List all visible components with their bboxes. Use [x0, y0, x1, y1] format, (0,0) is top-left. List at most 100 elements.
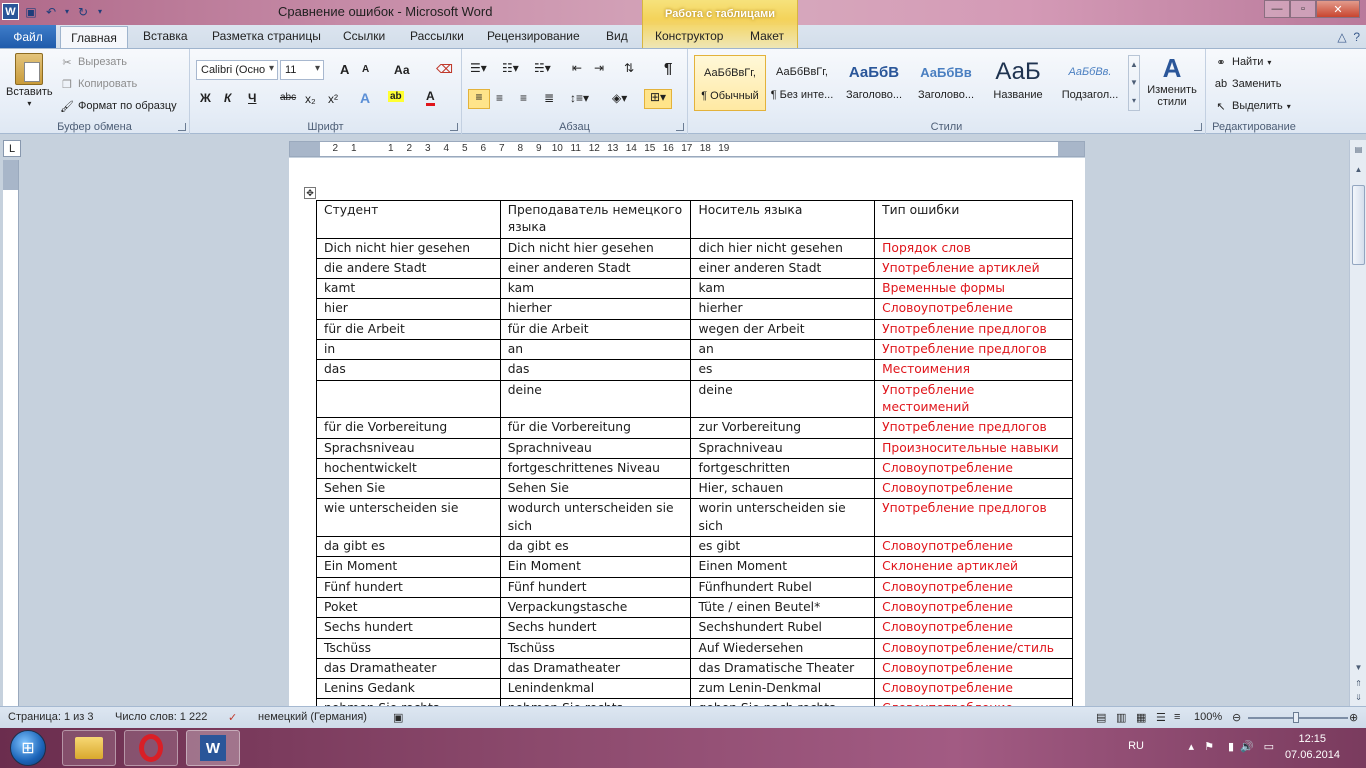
- style-no-spacing[interactable]: АаБбВвГг, ¶ Без инте...: [766, 55, 838, 111]
- multilevel-list-icon[interactable]: ☵▾: [534, 61, 551, 75]
- cell-teacher[interactable]: Sprachniveau: [499, 437, 692, 459]
- close-button[interactable]: ✕: [1316, 0, 1360, 18]
- cell-native[interactable]: deine: [690, 379, 876, 419]
- paragraph-launcher[interactable]: [676, 123, 684, 131]
- cell-student[interactable]: das: [316, 359, 501, 381]
- view-draft-icon[interactable]: ≡: [1174, 711, 1180, 723]
- find-button[interactable]: ⚭ Найти ▾: [1214, 55, 1271, 69]
- maximize-button[interactable]: ▫: [1290, 0, 1316, 18]
- clock-date[interactable]: 07.06.2014: [1285, 749, 1340, 761]
- cut-button[interactable]: ✂ Вырезать: [60, 55, 127, 69]
- change-styles-button[interactable]: A Изменить стили: [1144, 53, 1200, 108]
- explorer-taskbar-icon[interactable]: [62, 730, 116, 766]
- cell-teacher[interactable]: an: [499, 339, 692, 361]
- subscript-button[interactable]: x₂: [305, 92, 316, 106]
- cell-student[interactable]: Lenins Gedank: [316, 678, 501, 700]
- language-tray[interactable]: RU: [1128, 740, 1144, 752]
- select-button[interactable]: ↖ Выделить ▾: [1214, 99, 1290, 113]
- cell-native[interactable]: Sechshundert Rubel: [690, 617, 876, 639]
- font-name-combo[interactable]: Calibri (Осно: [196, 60, 278, 80]
- styles-scroll[interactable]: ▲ ▼ ▾: [1128, 55, 1140, 111]
- tab-selector[interactable]: L: [3, 140, 21, 157]
- cell-teacher[interactable]: Fünf hundert: [499, 576, 692, 598]
- proofing-icon[interactable]: ✓: [228, 711, 237, 724]
- tab-file[interactable]: Файл: [0, 25, 56, 48]
- cell-error-type[interactable]: Употребление предлогов: [874, 417, 1073, 439]
- cell-teacher[interactable]: Verpackungstasche: [499, 596, 692, 619]
- cell-native[interactable]: es gibt: [690, 536, 876, 558]
- cell-error-type[interactable]: Временные формы: [874, 278, 1073, 300]
- volume-icon[interactable]: 🔊: [1240, 740, 1254, 753]
- error-comparison-table[interactable]: Студент Преподаватель немецкого языка Но…: [316, 200, 1073, 761]
- view-print-layout-icon[interactable]: ▤: [1096, 711, 1106, 724]
- tab-references[interactable]: Ссылки: [343, 29, 385, 43]
- undo-icon[interactable]: ↶: [43, 4, 59, 20]
- minimize-ribbon-icon[interactable]: △: [1337, 30, 1346, 44]
- font-launcher[interactable]: [450, 123, 458, 131]
- cell-error-type[interactable]: Употребление артиклей: [874, 257, 1073, 280]
- cell-teacher[interactable]: Sechs hundert: [499, 617, 692, 639]
- cell-native[interactable]: es: [690, 359, 876, 381]
- header-native[interactable]: Носитель языка: [690, 200, 876, 239]
- cell-student[interactable]: in: [316, 339, 501, 361]
- ruler-toggle-icon[interactable]: ▤: [1352, 142, 1365, 156]
- cell-error-type[interactable]: Словоупотребление: [874, 536, 1073, 558]
- cell-error-type[interactable]: Словоупотребление: [874, 678, 1073, 700]
- font-size-combo[interactable]: 11: [280, 60, 324, 80]
- view-fullscreen-icon[interactable]: ▥: [1116, 711, 1126, 724]
- tab-view[interactable]: Вид: [606, 29, 628, 43]
- cell-student[interactable]: die andere Stadt: [316, 257, 501, 280]
- cell-native[interactable]: hierher: [690, 298, 876, 320]
- zoom-slider-thumb[interactable]: [1293, 712, 1299, 723]
- opera-taskbar-icon[interactable]: [124, 730, 178, 766]
- cell-student[interactable]: für die Arbeit: [316, 318, 501, 341]
- clipboard-launcher[interactable]: [178, 123, 186, 131]
- cell-teacher[interactable]: für die Arbeit: [499, 318, 692, 341]
- clear-formatting-icon[interactable]: ⌫: [436, 62, 453, 76]
- cell-error-type[interactable]: Словоупотребление: [874, 457, 1073, 480]
- vertical-scrollbar[interactable]: ▤ ▲ ▼ ⇑ ⇓: [1349, 140, 1366, 706]
- cell-native[interactable]: an: [690, 339, 876, 361]
- cell-teacher[interactable]: einer anderen Stadt: [499, 257, 692, 280]
- cell-error-type[interactable]: Произносительные навыки: [874, 437, 1073, 459]
- show-marks-button[interactable]: ¶: [664, 60, 672, 77]
- cell-native[interactable]: Hier, schauen: [690, 478, 876, 500]
- cell-teacher[interactable]: hierher: [499, 298, 692, 320]
- cell-teacher[interactable]: das: [499, 359, 692, 381]
- word-logo-icon[interactable]: W: [2, 3, 19, 20]
- shading-icon[interactable]: ◈▾: [612, 91, 627, 105]
- next-page-icon[interactable]: ⇓: [1352, 690, 1365, 704]
- cell-error-type[interactable]: Употребление предлогов: [874, 318, 1073, 341]
- tray-arrow-icon[interactable]: ▴: [1188, 740, 1194, 753]
- cell-error-type[interactable]: Словоупотребление/стиль: [874, 637, 1073, 659]
- header-error-type[interactable]: Тип ошибки: [874, 200, 1073, 239]
- cell-error-type[interactable]: Словоупотребление: [874, 617, 1073, 639]
- cell-native[interactable]: zum Lenin-Denkmal: [690, 678, 876, 700]
- align-left-icon[interactable]: ≡: [468, 89, 490, 109]
- customize-qat-icon[interactable]: ▾: [95, 4, 105, 20]
- highlight-button[interactable]: ab: [388, 91, 404, 102]
- cell-error-type[interactable]: Склонение артиклей: [874, 556, 1073, 578]
- cell-teacher[interactable]: das Dramatheater: [499, 657, 692, 680]
- redo-icon[interactable]: ↻: [75, 4, 91, 20]
- cell-native[interactable]: einer anderen Stadt: [690, 257, 876, 280]
- save-icon[interactable]: ▣: [23, 4, 39, 20]
- zoom-level[interactable]: 100%: [1194, 711, 1222, 723]
- cell-student[interactable]: das Dramatheater: [316, 657, 501, 680]
- grow-font-button[interactable]: A: [340, 62, 349, 77]
- cell-native[interactable]: Auf Wiedersehen: [690, 637, 876, 659]
- cell-error-type[interactable]: Местоимения: [874, 359, 1073, 381]
- line-spacing-icon[interactable]: ↕≡▾: [570, 91, 589, 105]
- word-taskbar-icon[interactable]: W: [186, 730, 240, 766]
- cell-teacher[interactable]: fortgeschrittenes Niveau: [499, 457, 692, 480]
- cell-teacher[interactable]: wodurch unterscheiden sie sich: [499, 498, 692, 538]
- cell-error-type[interactable]: Употребление местоимений: [874, 379, 1073, 419]
- cell-native[interactable]: kam: [690, 278, 876, 300]
- zoom-out-icon[interactable]: ⊖: [1232, 711, 1241, 724]
- cell-student[interactable]: Tschüss: [316, 637, 501, 659]
- format-painter-button[interactable]: 🖌 Формат по образцу: [60, 99, 177, 113]
- cell-student[interactable]: Ein Moment: [316, 556, 501, 578]
- scroll-down-arrow[interactable]: ▼: [1352, 660, 1365, 674]
- cell-teacher[interactable]: deine: [499, 379, 692, 419]
- cell-student[interactable]: da gibt es: [316, 536, 501, 558]
